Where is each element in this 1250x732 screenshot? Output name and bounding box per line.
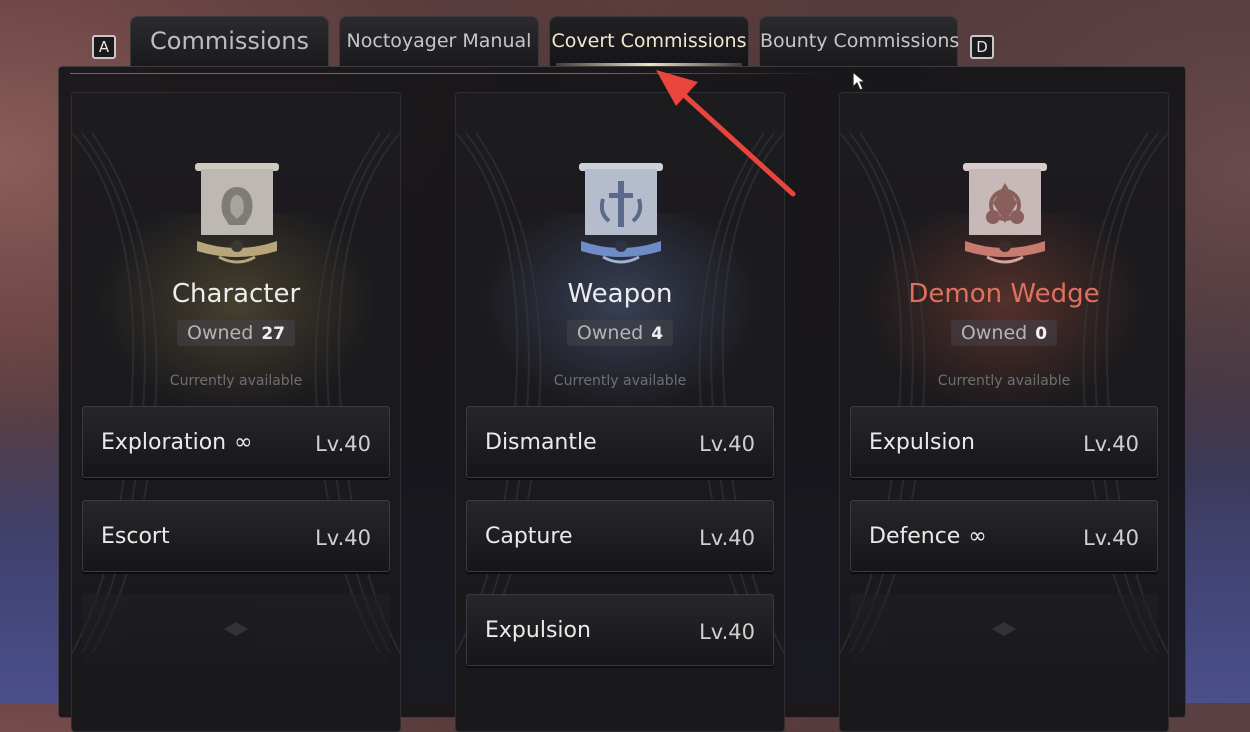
infinite-icon: ∞	[968, 524, 987, 549]
weapon-commission-card: Weapon Owned 4 Currently available Disman…	[455, 92, 785, 732]
owned-count-badge: Owned 27	[177, 320, 295, 346]
owned-count: 0	[1035, 324, 1048, 344]
owned-label: Owned	[187, 322, 254, 344]
locked-mission-slot	[82, 594, 390, 666]
currently-available-label: Currently available	[169, 373, 303, 389]
mission-name: Expulsion	[485, 618, 591, 643]
character-commission-card: Character Owned 27 Currently available Ex…	[71, 92, 401, 732]
owned-label: Owned	[960, 322, 1028, 344]
mission-level: Lv.40	[699, 432, 755, 456]
mission-defence[interactable]: Defence ∞ Lv.40	[850, 500, 1158, 572]
next-tab-key-hint: D	[970, 35, 994, 59]
mission-name: Dismantle	[485, 430, 597, 455]
card-title: Weapon	[567, 279, 673, 309]
mission-name: Expulsion	[869, 430, 975, 455]
mission-name: Defence ∞	[869, 524, 987, 549]
mission-capture[interactable]: Capture Lv.40	[466, 500, 774, 572]
card-title: Demon Wedge	[908, 279, 1100, 309]
infinite-icon: ∞	[234, 430, 253, 455]
mission-expulsion[interactable]: Expulsion Lv.40	[850, 406, 1158, 478]
mission-expulsion[interactable]: Expulsion Lv.40	[466, 594, 774, 666]
owned-count: 27	[261, 324, 285, 344]
mission-escort[interactable]: Escort Lv.40	[82, 500, 390, 572]
owned-label: Owned	[576, 322, 644, 344]
mission-dismantle[interactable]: Dismantle Lv.40	[466, 406, 774, 478]
demon-wedge-emblem-icon	[963, 163, 1047, 264]
card-title: Character	[171, 279, 301, 309]
mission-level: Lv.40	[315, 526, 371, 550]
mission-level: Lv.40	[1083, 526, 1139, 550]
panel-divider	[70, 73, 830, 74]
character-emblem-icon	[195, 163, 279, 264]
currently-available-label: Currently available	[937, 373, 1071, 389]
mission-name: Capture	[485, 524, 573, 549]
mission-name: Exploration ∞	[101, 430, 253, 455]
tab-noctoyager-manual[interactable]: Noctoyager Manual	[339, 16, 539, 66]
mission-level: Lv.40	[315, 432, 371, 456]
tab-bounty-commissions[interactable]: Bounty Commissions	[759, 16, 959, 66]
owned-count-badge: Owned 0	[950, 320, 1058, 346]
mission-exploration[interactable]: Exploration ∞ Lv.40	[82, 406, 390, 478]
tab-covert-commissions[interactable]: Covert Commissions	[549, 16, 749, 66]
tab-commissions[interactable]: Commissions	[130, 16, 329, 66]
currently-available-label: Currently available	[553, 373, 687, 389]
owned-count: 4	[651, 324, 664, 344]
weapon-emblem-icon	[579, 163, 663, 264]
demon-wedge-commission-card: Demon Wedge Owned 0 Currently available E…	[839, 92, 1169, 732]
mission-level: Lv.40	[1083, 432, 1139, 456]
locked-diamond-icon	[992, 622, 1016, 636]
locked-diamond-icon	[224, 622, 248, 636]
prev-tab-key-hint: A	[92, 35, 116, 59]
mouse-cursor-icon	[852, 70, 867, 91]
mission-name: Escort	[101, 524, 170, 549]
owned-count-badge: Owned 4	[566, 320, 674, 346]
locked-mission-slot	[850, 594, 1158, 666]
mission-level: Lv.40	[699, 620, 755, 644]
mission-level: Lv.40	[699, 526, 755, 550]
